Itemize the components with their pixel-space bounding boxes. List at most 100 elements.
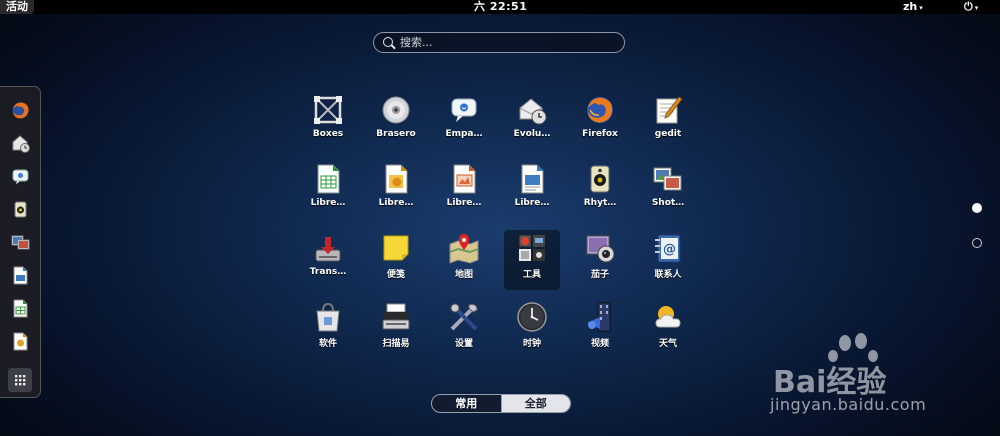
app-label: Shot… bbox=[651, 198, 685, 208]
photos-icon bbox=[652, 163, 684, 195]
text-editor-icon bbox=[652, 94, 684, 126]
app-view-selector: 常用 全部 bbox=[431, 394, 571, 413]
search-box[interactable] bbox=[373, 32, 625, 53]
tools-icon bbox=[516, 232, 548, 264]
video-icon bbox=[584, 301, 616, 333]
app-cheese[interactable]: 茄子 bbox=[572, 230, 628, 290]
dash bbox=[0, 86, 41, 398]
scanner-icon bbox=[380, 301, 412, 333]
boxes-icon bbox=[312, 94, 344, 126]
dash-evolution-icon[interactable] bbox=[10, 133, 31, 154]
show-apps-icon[interactable] bbox=[8, 368, 32, 392]
app-videos[interactable]: 视频 bbox=[572, 299, 628, 359]
app-label: Firefox bbox=[582, 129, 618, 139]
app-label: 设置 bbox=[454, 339, 473, 349]
app-empathy[interactable]: Empa… bbox=[436, 92, 492, 152]
dash-firefox-icon[interactable] bbox=[10, 100, 31, 121]
firefox-icon bbox=[584, 94, 616, 126]
app-label: 便笺 bbox=[386, 270, 405, 280]
app-simple-scan[interactable]: 扫描易 bbox=[368, 299, 424, 359]
app-settings[interactable]: 设置 bbox=[436, 299, 492, 359]
clock-icon bbox=[516, 301, 548, 333]
app-rhythmbox[interactable]: Rhyt… bbox=[572, 161, 628, 221]
app-label: 时钟 bbox=[522, 339, 541, 349]
map-icon bbox=[448, 232, 480, 264]
transmission-icon bbox=[312, 232, 344, 264]
app-label: 软件 bbox=[318, 339, 337, 349]
app-gedit[interactable]: gedit bbox=[640, 92, 696, 152]
dash-calc-icon[interactable] bbox=[10, 298, 31, 319]
app-label: Libre… bbox=[446, 198, 482, 208]
webcam-icon bbox=[584, 232, 616, 264]
app-transmission[interactable]: Trans… bbox=[300, 230, 356, 290]
settings-tools-icon bbox=[448, 301, 480, 333]
app-label: 扫描易 bbox=[382, 339, 410, 349]
app-shotwell[interactable]: Shot… bbox=[640, 161, 696, 221]
app-label: Libre… bbox=[378, 198, 414, 208]
activities-button[interactable]: 活动 bbox=[0, 0, 34, 14]
writer-icon bbox=[516, 163, 548, 195]
chevron-down-icon: ▾ bbox=[974, 4, 979, 12]
app-label: gedit bbox=[654, 129, 682, 139]
app-label: 地图 bbox=[454, 270, 473, 280]
app-label: 工具 bbox=[522, 270, 541, 280]
dash-rhythmbox-icon[interactable] bbox=[10, 199, 31, 220]
dash-shotwell-icon[interactable] bbox=[10, 232, 31, 253]
app-label: 天气 bbox=[658, 339, 677, 349]
tab-all[interactable]: 全部 bbox=[500, 395, 570, 412]
app-label: Boxes bbox=[312, 129, 344, 139]
app-label: 视频 bbox=[590, 339, 609, 349]
mail-clock-icon bbox=[516, 94, 548, 126]
app-label: Evolu… bbox=[513, 129, 551, 139]
system-menu[interactable]: ⏻ ▾ bbox=[964, 0, 978, 15]
language-label: zh bbox=[903, 0, 918, 13]
app-clocks[interactable]: 时钟 bbox=[504, 299, 560, 359]
app-libreoffice-draw[interactable]: Libre… bbox=[368, 161, 424, 221]
app-boxes[interactable]: Boxes bbox=[300, 92, 356, 152]
power-icon: ⏻ bbox=[964, 0, 973, 13]
search-input[interactable] bbox=[400, 34, 610, 51]
dash-writer-icon[interactable] bbox=[10, 265, 31, 286]
watermark-url: jingyan.baidu.com bbox=[770, 395, 927, 414]
app-libreoffice-writer[interactable]: Libre… bbox=[504, 161, 560, 221]
top-bar: 活动 六 22:51 zh ▾ ⏻ ▾ bbox=[0, 0, 1000, 14]
chevron-down-icon: ▾ bbox=[919, 4, 923, 12]
page-indicator-2[interactable] bbox=[972, 238, 982, 248]
app-label: 茄子 bbox=[590, 270, 609, 280]
app-label: Libre… bbox=[514, 198, 550, 208]
dash-empathy-icon[interactable] bbox=[10, 166, 31, 187]
chat-bubble-icon bbox=[448, 94, 480, 126]
app-firefox[interactable]: Firefox bbox=[572, 92, 628, 152]
app-libreoffice-calc[interactable]: Libre… bbox=[300, 161, 356, 221]
app-label: Empa… bbox=[445, 129, 483, 139]
clock[interactable]: 六 22:51 bbox=[474, 0, 527, 14]
svg-text:@: @ bbox=[663, 242, 676, 257]
app-label: Brasero bbox=[376, 129, 416, 139]
app-contacts[interactable]: @ 联系人 bbox=[640, 230, 696, 290]
weather-icon bbox=[652, 301, 684, 333]
app-libreoffice-impress[interactable]: Libre… bbox=[436, 161, 492, 221]
language-indicator[interactable]: zh ▾ bbox=[903, 0, 923, 15]
page-indicator-1[interactable] bbox=[972, 203, 982, 213]
app-label: Libre… bbox=[310, 198, 346, 208]
disc-icon bbox=[380, 94, 412, 126]
app-evolution[interactable]: Evolu… bbox=[504, 92, 560, 152]
draw-icon bbox=[380, 163, 412, 195]
app-maps[interactable]: 地图 bbox=[436, 230, 492, 290]
tab-frequent[interactable]: 常用 bbox=[432, 395, 501, 412]
app-sticky-notes[interactable]: 便笺 bbox=[368, 230, 424, 290]
app-label: Trans… bbox=[309, 267, 347, 277]
app-weather[interactable]: 天气 bbox=[640, 299, 696, 359]
contacts-icon: @ bbox=[652, 232, 684, 264]
presentation-icon bbox=[448, 163, 480, 195]
search-icon bbox=[383, 37, 393, 47]
app-utilities-folder[interactable]: 工具 bbox=[504, 230, 560, 290]
app-label: Rhyt… bbox=[583, 198, 617, 208]
app-brasero[interactable]: Brasero bbox=[368, 92, 424, 152]
app-label: 联系人 bbox=[654, 270, 682, 280]
app-software[interactable]: 软件 bbox=[300, 299, 356, 359]
dash-draw-icon[interactable] bbox=[10, 331, 31, 352]
spreadsheet-icon bbox=[312, 163, 344, 195]
speaker-icon bbox=[584, 163, 616, 195]
software-bag-icon bbox=[312, 301, 344, 333]
